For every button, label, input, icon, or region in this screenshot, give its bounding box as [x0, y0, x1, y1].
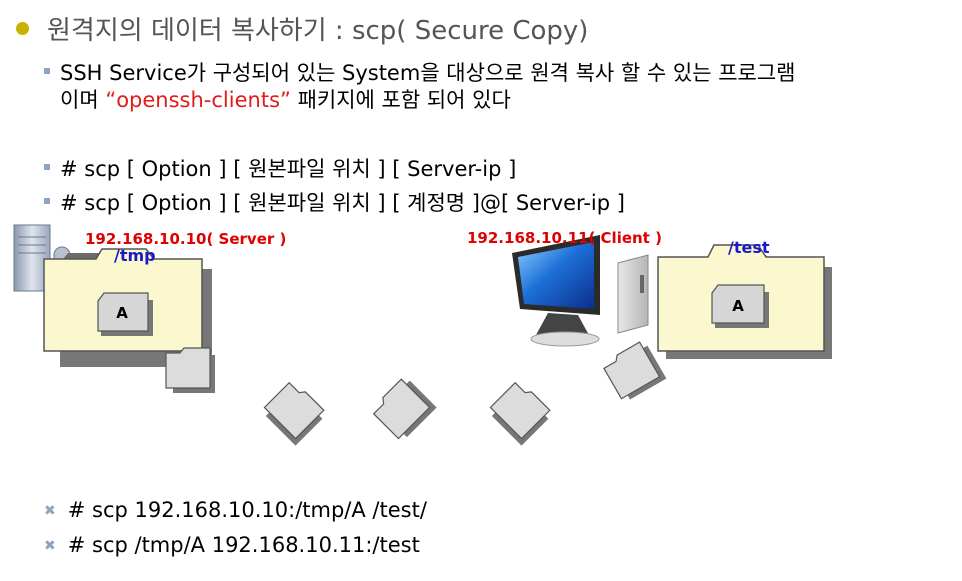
bullet-square: [44, 68, 50, 74]
example-line-2: ✖ # scp /tmp/A 192.168.10.11:/test: [44, 533, 420, 557]
description-line-1: SSH Service가 구성되어 있는 System을 대상으로 원격 복사 …: [44, 57, 795, 87]
bullet-x-icon: ✖: [44, 503, 56, 519]
transfer-file-icon: [263, 381, 325, 446]
package-name: “openssh-clients”: [105, 88, 291, 112]
transfer-file-icon: [603, 341, 667, 400]
server-file-label: A: [116, 304, 128, 322]
server-dir-label: /tmp: [114, 246, 156, 265]
description-line-2: 이며 “openssh-clients” 패키지에 포함 되어 있다: [60, 88, 511, 112]
transfer-file-icon: [372, 378, 437, 440]
syntax-line-1: # scp [ Option ] [ 원본파일 위치 ] [ Server-ip…: [44, 153, 516, 183]
example-line-1: ✖ # scp 192.168.10.10:/tmp/A /test/: [44, 498, 427, 522]
server-file-a-icon: A: [97, 292, 153, 336]
title-text: 원격지의 데이터 복사하기 : scp( Secure Copy): [47, 16, 589, 46]
client-ip-label: 192.168.10.11( Client ): [467, 229, 662, 247]
transfer-file-icon: [165, 347, 215, 393]
client-file-label: A: [732, 297, 744, 315]
page-title: 원격지의 데이터 복사하기 : scp( Secure Copy): [16, 10, 588, 47]
client-dir-label: /test: [728, 238, 770, 257]
bullet-square: [44, 198, 50, 204]
client-file-a-icon: A: [711, 284, 769, 328]
transfer-file-icon: [489, 381, 551, 446]
client-computer-icon: [512, 235, 649, 347]
bullet-x-icon: ✖: [44, 538, 56, 554]
bullet-square: [44, 164, 50, 170]
title-bullet: [16, 22, 29, 35]
syntax-line-2: # scp [ Option ] [ 원본파일 위치 ] [ 계정명 ]@[ S…: [44, 187, 625, 217]
